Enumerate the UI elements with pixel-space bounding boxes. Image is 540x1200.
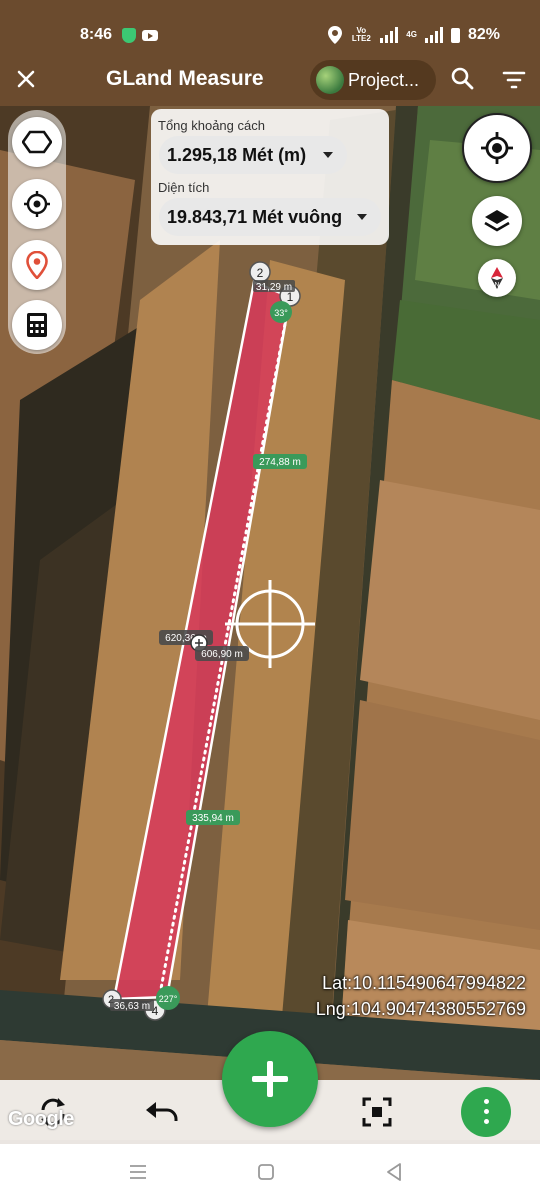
app-title: GLand Measure — [106, 67, 264, 90]
signal-icon-2 — [424, 27, 443, 43]
svg-text:N: N — [494, 282, 499, 289]
segment-bottom-label: 36,63 m — [114, 1001, 150, 1012]
segment-right-label: 274,88 m — [259, 457, 301, 468]
angle-bottom-label: 227° — [159, 994, 178, 1004]
distance-value: 1.295,18 Mét (m) — [167, 145, 307, 165]
segment-mid-label: 606,90 m — [201, 649, 243, 660]
status-time: 8:46 — [80, 26, 113, 43]
battery-icon — [450, 27, 460, 43]
compass-icon[interactable]: N — [478, 259, 516, 297]
signal-icon — [380, 27, 399, 43]
google-logo: Google — [8, 1108, 74, 1130]
add-point-button[interactable] — [222, 1031, 318, 1127]
distance-unit-dropdown[interactable]: 1.295,18 Mét (m) — [159, 136, 347, 174]
my-location-icon[interactable] — [462, 113, 532, 183]
chevron-down-icon — [323, 152, 333, 158]
back-icon[interactable] — [382, 1160, 406, 1184]
close-icon[interactable] — [14, 64, 38, 94]
filter-icon[interactable] — [502, 68, 526, 92]
angle-top-label: 33° — [274, 308, 288, 318]
battery-percent: 82% — [467, 26, 500, 43]
longitude-readout: Lng:104.90474380552769 — [315, 999, 526, 1019]
app-bar: GLand Measure Project... — [0, 54, 540, 106]
search-icon[interactable] — [450, 66, 474, 90]
area-value: 19.843,71 Mét vuông — [167, 207, 343, 227]
recents-icon[interactable] — [126, 1160, 150, 1184]
status-right: Vo LTE2 4G 82% — [328, 26, 500, 44]
layers-icon[interactable] — [472, 196, 522, 246]
volte-label: Vo LTE2 — [351, 26, 371, 43]
vpn-shield-icon — [122, 28, 136, 43]
fit-bounds-icon[interactable] — [357, 1092, 397, 1132]
network-4g-label: 4G — [406, 30, 417, 39]
polygon-icon[interactable] — [12, 117, 62, 167]
area-caption: Diện tích — [158, 180, 210, 195]
home-icon[interactable] — [254, 1160, 278, 1184]
project-selector[interactable]: Project... — [310, 60, 436, 100]
gps-target-icon[interactable] — [12, 179, 62, 229]
measurement-card: Tổng khoảng cách 1.295,18 Mét (m) Diện t… — [151, 109, 389, 245]
project-globe-icon — [316, 66, 344, 94]
latitude-readout: Lat:10.115490647994822 — [322, 973, 526, 993]
undo-icon[interactable] — [142, 1092, 182, 1132]
vertex-2-label: 2 — [257, 266, 264, 280]
chevron-down-icon — [357, 214, 367, 220]
segment-lower-label: 335,94 m — [192, 813, 234, 824]
youtube-icon — [142, 30, 158, 41]
calculator-icon[interactable] — [12, 300, 62, 350]
more-icon[interactable] — [461, 1087, 511, 1137]
system-nav-bar — [0, 1144, 540, 1200]
distance-caption: Tổng khoảng cách — [158, 118, 265, 133]
location-pin-icon[interactable] — [12, 240, 62, 290]
status-bar: 8:46 Vo LTE2 4G 82% — [0, 0, 540, 54]
location-status-icon — [328, 26, 343, 44]
area-unit-dropdown[interactable]: 19.843,71 Mét vuông — [159, 198, 381, 236]
project-label: Project... — [348, 70, 420, 90]
segment-top-label: 31,29 m — [256, 282, 292, 293]
